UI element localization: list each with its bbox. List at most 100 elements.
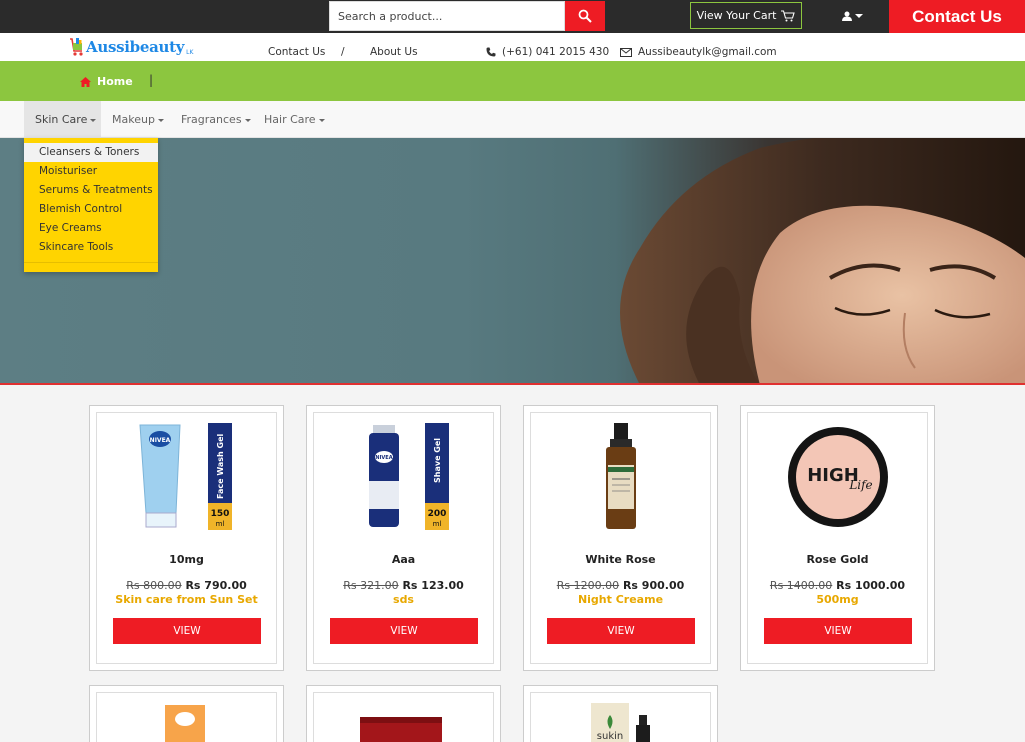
view-cart-button[interactable]: View Your Cart	[690, 2, 802, 29]
product-card: sukin	[523, 685, 718, 742]
caret-down-icon	[157, 118, 164, 122]
chevron-down-icon	[854, 14, 863, 18]
nav-makeup[interactable]: Makeup	[112, 101, 164, 138]
dropdown-item-eye-creams[interactable]: Eye Creams	[24, 219, 158, 238]
product-name[interactable]: White Rose	[531, 553, 710, 566]
nav-label: Makeup	[112, 113, 155, 126]
current-price: Rs 123.00	[402, 579, 464, 592]
product-card: NIVEA Face Wash Gel 150 ml 10mg Rs 800.0…	[89, 405, 284, 671]
phone-number: (+61) 041 2015 430	[502, 46, 610, 58]
cart-label: View Your Cart	[696, 9, 777, 22]
dropdown-item-serums-treatments[interactable]: Serums & Treatments	[24, 181, 158, 200]
card-frame: HIGH Life Rose Gold Rs 1400.00 Rs 1000.0…	[747, 412, 928, 664]
search-input[interactable]	[329, 1, 565, 31]
compact-script: Life	[848, 478, 872, 492]
card-frame	[313, 692, 494, 742]
nav-label: Fragrances	[181, 113, 242, 126]
old-price: Rs 1400.00	[769, 579, 833, 592]
nav-label: Skin Care	[35, 113, 88, 126]
view-button[interactable]: VIEW	[113, 618, 261, 644]
dropdown-item-blemish-control[interactable]: Blemish Control	[24, 200, 158, 219]
card-frame: NIVEA Face Wash Gel 150 ml 10mg Rs 800.0…	[96, 412, 277, 664]
image-label: Shave Gel	[433, 438, 442, 483]
product-card	[89, 685, 284, 742]
product-price: Rs 321.00 Rs 123.00	[314, 579, 493, 592]
dropdown-item-skincare-tools[interactable]: Skincare Tools	[24, 238, 158, 257]
old-price: Rs 1200.00	[556, 579, 620, 592]
user-menu-button[interactable]	[836, 8, 868, 24]
product-image[interactable]	[531, 421, 710, 533]
view-button[interactable]: VIEW	[547, 618, 695, 644]
logo-suffix: LK	[186, 49, 194, 56]
card-frame: White Rose Rs 1200.00 Rs 900.00 Night Cr…	[530, 412, 711, 664]
email-info: Aussibeautylk@gmail.com	[620, 46, 777, 58]
current-price: Rs 900.00	[622, 579, 685, 592]
search-button[interactable]	[565, 1, 605, 31]
product-price: Rs 800.00 Rs 790.00	[97, 579, 276, 592]
logo-text: Aussibeauty	[86, 38, 185, 56]
caret-down-icon	[90, 118, 97, 122]
product-image[interactable]: HIGH Life	[748, 421, 927, 533]
card-frame: NIVEA Shave Gel 200 ml Aaa Rs 321.00 Rs …	[313, 412, 494, 664]
image-label: Face Wash Gel	[216, 433, 225, 499]
contact-us-link[interactable]: Contact Us	[268, 46, 325, 58]
home-icon	[80, 76, 91, 87]
breadcrumb-bar	[0, 61, 1025, 101]
product-subtitle: 500mg	[816, 593, 859, 606]
logo[interactable]: Aussibeauty LK	[68, 35, 193, 59]
product-image[interactable]: NIVEA Shave Gel 200 ml	[314, 421, 493, 533]
serum-bottle-image	[605, 423, 636, 529]
phone-info: (+61) 041 2015 430	[486, 46, 609, 58]
product-price: Rs 1400.00 Rs 1000.00	[748, 579, 927, 592]
old-price: Rs 321.00	[343, 579, 399, 592]
brand-text: sukin	[597, 731, 623, 742]
home-label: Home	[97, 75, 133, 88]
phone-icon	[486, 47, 496, 57]
product-price: Rs 1200.00 Rs 900.00	[531, 579, 710, 592]
product-name[interactable]: 10mg	[97, 553, 276, 566]
product-subtitle: sds	[393, 593, 414, 606]
nav-skin-care[interactable]: Skin Care	[24, 101, 101, 138]
old-price: Rs 800.00	[126, 579, 182, 592]
product-image[interactable]: NIVEA Face Wash Gel 150 ml	[97, 421, 276, 533]
cream-jar-image[interactable]	[360, 717, 442, 742]
cart-icon	[781, 9, 796, 21]
image-unit: ml	[215, 520, 224, 528]
image-qty: 150	[210, 509, 229, 519]
product-card: White Rose Rs 1200.00 Rs 900.00 Night Cr…	[523, 405, 718, 671]
image-unit: ml	[432, 520, 441, 528]
current-price: Rs 1000.00	[836, 579, 906, 592]
dropdown-item-moisturiser[interactable]: Moisturiser	[24, 162, 158, 181]
view-button[interactable]: VIEW	[764, 618, 912, 644]
nav-label: Hair Care	[264, 113, 316, 126]
product-name[interactable]: Aaa	[314, 553, 493, 566]
sukin-product-image[interactable]: sukin	[587, 701, 657, 742]
face-wash-tube-image: NIVEA Face Wash Gel 150 ml	[138, 423, 232, 530]
product-card: NIVEA Shave Gel 200 ml Aaa Rs 321.00 Rs …	[306, 405, 501, 671]
about-us-link[interactable]: About Us	[370, 46, 418, 58]
image-qty: 200	[427, 509, 446, 519]
product-card	[306, 685, 501, 742]
dropdown-divider	[24, 262, 158, 263]
dropdown-item-cleansers-toners[interactable]: Cleansers & Toners	[24, 143, 158, 162]
breadcrumb-separator: |	[149, 73, 154, 87]
scrub-tube-image[interactable]	[161, 705, 211, 742]
cart-logo-icon	[70, 38, 83, 56]
breadcrumb-home[interactable]: Home	[80, 75, 133, 88]
envelope-icon	[620, 47, 632, 57]
contact-us-button[interactable]: Contact Us	[889, 0, 1025, 33]
email-address: Aussibeautylk@gmail.com	[638, 46, 777, 58]
view-button[interactable]: VIEW	[330, 618, 478, 644]
product-subtitle: Night Creame	[577, 593, 664, 606]
compact-powder-image: HIGH Life	[787, 427, 888, 527]
current-price: Rs 790.00	[185, 579, 247, 592]
user-icon	[841, 11, 852, 21]
card-frame: sukin	[530, 692, 711, 742]
product-name[interactable]: Rose Gold	[748, 553, 927, 566]
nav-hair-care[interactable]: Hair Care	[264, 101, 325, 138]
shave-gel-can-image: NIVEA Shave Gel 200 ml	[368, 423, 449, 530]
card-frame	[96, 692, 277, 742]
nav-fragrances[interactable]: Fragrances	[181, 101, 251, 138]
caret-down-icon	[318, 118, 325, 122]
product-card: HIGH Life Rose Gold Rs 1400.00 Rs 1000.0…	[740, 405, 935, 671]
